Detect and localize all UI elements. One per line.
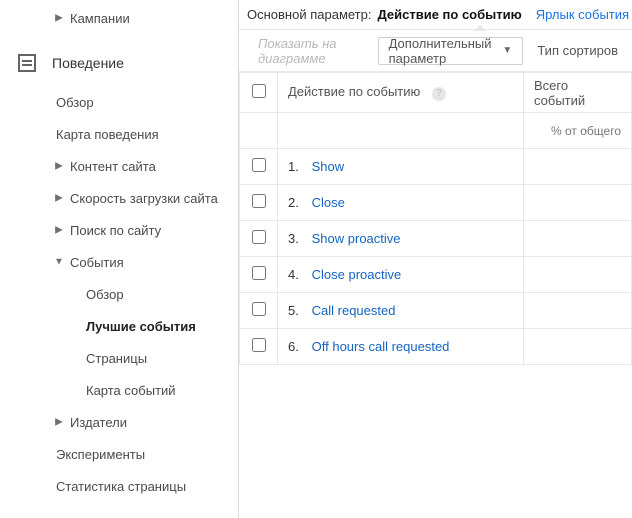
sidebar-item-label: Карта поведения [56,127,159,142]
table-row: 6. Off hours call requested [240,329,632,365]
row-index: 3. [288,231,308,246]
sidebar-item-site-search[interactable]: ▶ Поиск по сайту [0,214,238,246]
row-checkbox[interactable] [252,230,266,244]
table-row: 3. Show proactive [240,221,632,257]
sidebar-item-label: Контент сайта [70,159,156,174]
chevron-down-icon: ▼ [54,257,64,268]
table-summary-row: % от общего [240,113,632,149]
sidebar-item-label: Кампании [70,11,130,26]
table-row: 2. Close [240,185,632,221]
tab-event-label[interactable]: Ярлык события [536,7,629,22]
sidebar-item-label: Обзор [56,95,94,110]
events-table: Действие по событию ? Всего событий % от… [239,72,632,365]
sidebar-item-experiments[interactable]: Эксперименты [0,438,238,470]
row-checkbox[interactable] [252,158,266,172]
dropdown-label: Дополнительный параметр [389,36,493,66]
secondary-dimension-dropdown[interactable]: Дополнительный параметр ▼ [378,37,524,65]
row-index: 6. [288,339,308,354]
sidebar-item-label: Карта событий [86,383,176,398]
sidebar-item-site-content[interactable]: ▶ Контент сайта [0,150,238,182]
table-row: 1. Show [240,149,632,185]
sidebar-item-events-flow[interactable]: Карта событий [0,374,238,406]
sidebar-section-label: Поведение [52,55,124,71]
event-action-link[interactable]: Close [312,195,345,210]
event-action-link[interactable]: Call requested [312,303,396,318]
row-checkbox[interactable] [252,302,266,316]
sidebar-item-label: Страницы [86,351,147,366]
table-row: 5. Call requested [240,293,632,329]
sidebar-section-behavior[interactable]: Поведение [0,40,238,86]
table-row: 4. Close proactive [240,257,632,293]
chevron-right-icon: ▶ [54,13,64,24]
select-all-checkbox[interactable] [252,84,266,98]
row-checkbox[interactable] [252,338,266,352]
sidebar-item-behavior-flow[interactable]: Карта поведения [0,118,238,150]
event-action-link[interactable]: Show proactive [312,231,401,246]
sidebar-item-label: Статистика страницы [56,479,186,494]
plot-rows-button[interactable]: Показать на диаграмме [247,29,370,73]
behavior-icon [18,54,36,72]
sidebar-item-page-stats[interactable]: Статистика страницы [0,470,238,502]
sidebar-item-label: Скорость загрузки сайта [70,191,218,206]
sidebar-item-label: Поиск по сайту [70,223,161,238]
sidebar-item-events-overview[interactable]: Обзор [0,278,238,310]
sidebar: ▶ Кампании Поведение Обзор Карта поведен… [0,0,239,518]
chevron-right-icon: ▶ [54,161,64,172]
chevron-right-icon: ▶ [54,225,64,236]
sidebar-item-label: Издатели [70,415,127,430]
row-index: 4. [288,267,308,282]
chevron-right-icon: ▶ [54,193,64,204]
sidebar-item-events-pages[interactable]: Страницы [0,342,238,374]
row-index: 1. [288,159,308,174]
primary-dimension-label: Основной параметр: [247,7,371,22]
row-checkbox[interactable] [252,194,266,208]
sidebar-item-events[interactable]: ▼ События [0,246,238,278]
sidebar-item-label: Эксперименты [56,447,145,462]
row-index: 2. [288,195,308,210]
event-action-link[interactable]: Show [312,159,345,174]
tab-event-action[interactable]: Действие по событию [377,7,521,22]
sidebar-item-publishers[interactable]: ▶ Издатели [0,406,238,438]
sidebar-item-label: Лучшие события [86,319,196,334]
event-action-link[interactable]: Off hours call requested [312,339,450,354]
sidebar-item-label: События [70,255,124,270]
column-header-total-events[interactable]: Всего событий [524,73,632,113]
chevron-right-icon: ▶ [54,417,64,428]
sidebar-item-top-events[interactable]: Лучшие события [0,310,238,342]
sidebar-item-overview[interactable]: Обзор [0,86,238,118]
help-icon[interactable]: ? [432,87,446,101]
summary-pct-label: % от общего [551,124,621,138]
column-header-label: Действие по событию [288,84,420,99]
column-header-label: Всего событий [534,78,585,108]
caret-down-icon: ▼ [502,45,512,56]
sidebar-item-campaigns[interactable]: ▶ Кампании [0,2,238,34]
column-header-checkbox [240,73,278,113]
event-action-link[interactable]: Close proactive [312,267,402,282]
controls-bar: Показать на диаграмме Дополнительный пар… [239,30,632,72]
row-index: 5. [288,303,308,318]
row-checkbox[interactable] [252,266,266,280]
sort-type-label: Тип сортиров [531,43,624,58]
column-header-event-action[interactable]: Действие по событию ? [278,73,524,113]
sidebar-item-label: Обзор [86,287,124,302]
main-content: Основной параметр: Действие по событию Я… [239,0,632,518]
primary-dimension-bar: Основной параметр: Действие по событию Я… [239,0,632,30]
sidebar-item-site-speed[interactable]: ▶ Скорость загрузки сайта [0,182,238,214]
